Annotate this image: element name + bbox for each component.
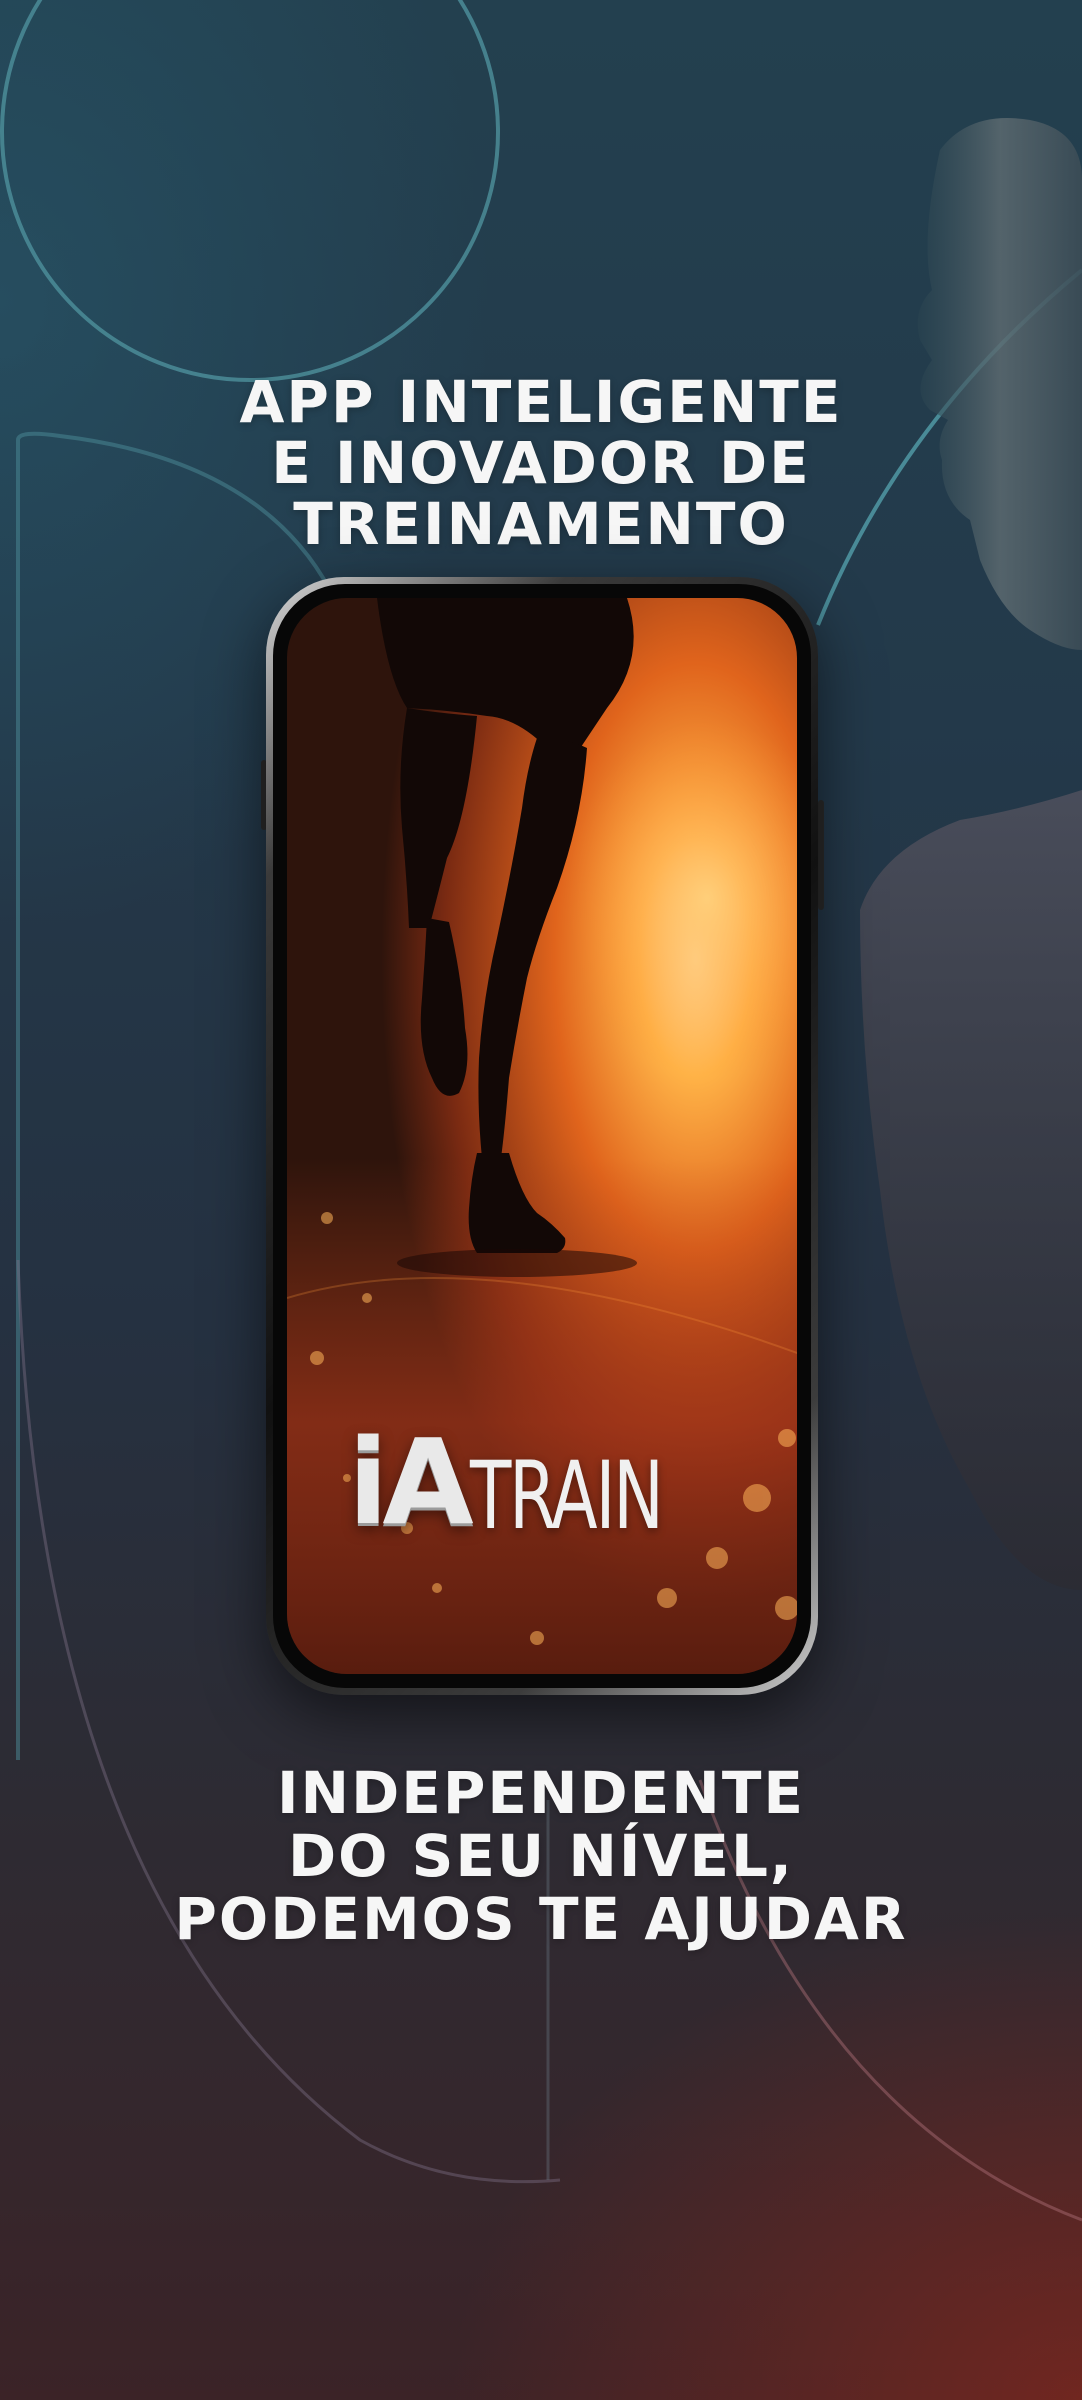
phone-power-button <box>818 800 824 910</box>
athlete-torso <box>860 790 1082 1590</box>
phone-bezel: iATRAIN <box>273 584 811 1688</box>
phone-screen: iATRAIN <box>287 598 797 1674</box>
promo-banner: APP INTELIGENTE E INOVADOR DE TREINAMENT… <box>0 0 1082 2400</box>
athlete-silhouette <box>860 118 1082 1590</box>
bottom-headline-line-3: PODEMOS TE AJUDAR <box>174 1885 908 1953</box>
deco-circle <box>0 0 500 382</box>
top-headline-line-3: TREINAMENTO <box>293 490 789 558</box>
top-headline-line-1: APP INTELIGENTE <box>239 368 843 436</box>
iatrain-logo: iATRAIN <box>287 1413 797 1551</box>
logo-prefix: iA <box>347 1413 474 1551</box>
bottom-headline-line-2: DO SEU NÍVEL, <box>288 1822 794 1890</box>
top-headline-line-2: E INOVADOR DE <box>271 429 811 497</box>
bottom-headline: INDEPENDENTE DO SEU NÍVEL, PODEMOS TE AJ… <box>0 1762 1082 1951</box>
phone-mockup: iATRAIN <box>266 577 818 1695</box>
bottom-headline-line-1: INDEPENDENTE <box>276 1759 806 1827</box>
logo-suffix: TRAIN <box>469 1442 664 1551</box>
top-headline: APP INTELIGENTE E INOVADOR DE TREINAMENT… <box>0 372 1082 555</box>
